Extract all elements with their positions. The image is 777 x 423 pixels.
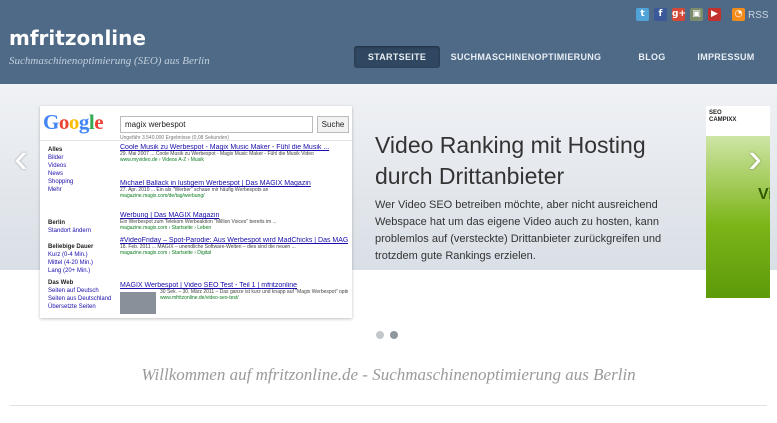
nav-item-impressum[interactable]: IMPRESSUM [686,46,766,68]
google-search-input: magix werbespot [120,116,313,133]
google-side-web: Das Web Seiten auf Deutsch Seiten aus De… [48,280,112,310]
slide-image-google-results[interactable]: Google magix werbespot Suche Ungefähr 3.… [40,106,352,318]
twitter-icon[interactable]: t [636,8,649,21]
picture-icon[interactable]: ▣ [690,8,703,21]
rss-icon[interactable]: ◔ [732,8,745,21]
google-result: Werbung | Das MAGIX Magazin Ein Werbespo… [120,212,277,231]
welcome-heading: Willkommen auf mfritzonline.de - Suchmas… [141,365,636,384]
google-search-button: Suche [317,116,349,133]
nav-item-suchmaschinenoptimierung[interactable]: SUCHMASCHINENOPTIMIERUNG [446,46,606,68]
google-side-types: Alles Bilder Videos News Shopping Mehr [48,147,74,193]
slide-title[interactable]: Video Ranking mit Hosting durch Drittanb… [375,130,705,192]
google-result-video: MAGIX Werbespot | Video SEO Test - Teil … [120,282,348,314]
slider-dot-2[interactable] [390,331,398,339]
youtube-icon[interactable]: ▶ [708,8,721,21]
nav-item-startseite[interactable]: STARTSEITE [354,46,440,68]
google-side-duration: Beliebige Dauer Kurz (0-4 Min.) Mittel (… [48,244,94,274]
facebook-icon[interactable]: f [654,8,667,21]
slider-dot-1[interactable] [376,331,384,339]
site-header: mfritzonline Suchmaschinenoptimierung (S… [0,0,777,84]
google-result: Michael Ballack in lustigem Werbespot | … [120,180,311,199]
rss-link[interactable]: RSS [748,10,769,21]
google-side-location: Berlin Standort ändern [48,220,92,234]
nav-item-blog[interactable]: BLOG [624,46,680,68]
ad-letter: Vi [758,186,770,203]
slider-prev-arrow[interactable]: ‹ [6,137,36,179]
google-logo: Google [43,110,104,134]
ad-brand: SEO CAMPIXX [709,110,737,123]
site-tagline: Suchmaschinenoptimierung (SEO) aus Berli… [9,55,210,67]
video-thumbnail [120,292,156,314]
divider [10,405,767,406]
google-result: #VideoFriday – Spot-Parodie: Aus Werbesp… [120,237,348,256]
google-result: Coole Musik zu Werbespot - Magix Music M… [120,144,330,163]
site-logo[interactable]: mfritzonline [9,26,146,50]
googleplus-icon[interactable]: g+ [672,8,686,21]
slide-text: Wer Video SEO betreiben möchte, aber nic… [375,199,662,262]
slider-next-arrow[interactable]: › [740,137,770,179]
